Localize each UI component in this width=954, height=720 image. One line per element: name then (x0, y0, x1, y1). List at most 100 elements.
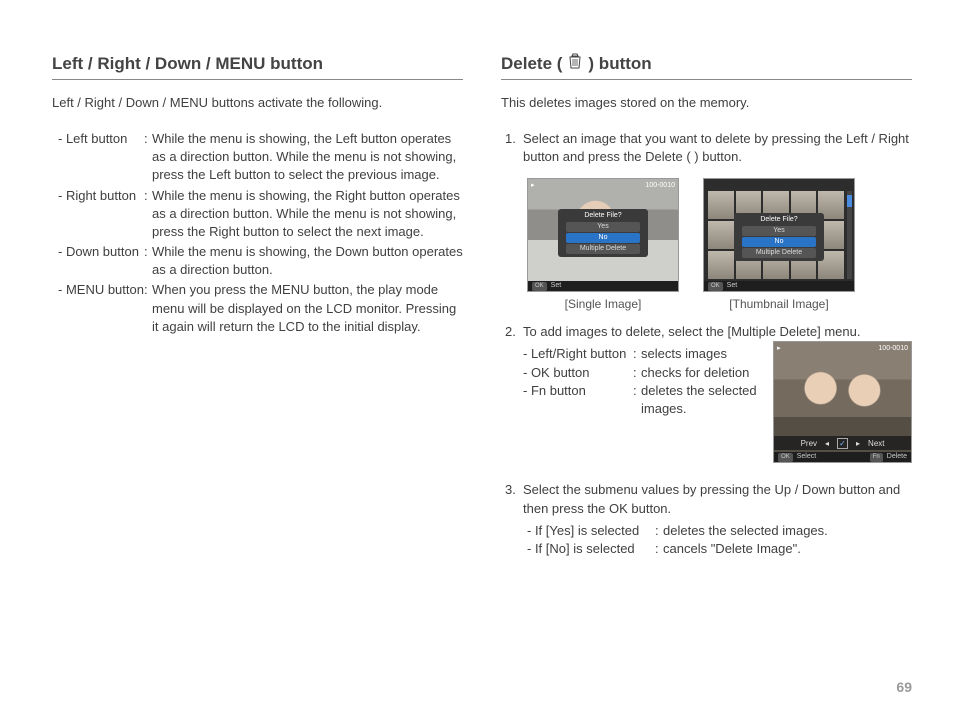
step-body: Select the submenu values by pressing th… (523, 481, 912, 558)
lcd-counter: 100-0010 (878, 344, 908, 354)
def-colon: : (655, 522, 663, 540)
sub-term: - If [No] is selected (527, 540, 655, 558)
sub-body: checks for deletion (641, 364, 759, 382)
sub-body: selects images (641, 345, 759, 363)
left-column: Left / Right / Down / MENU button Left /… (52, 52, 463, 690)
thumb-image-block: Delete File? Yes No Multiple Delete OK S… (703, 178, 855, 313)
ok-badge: OK (532, 282, 547, 290)
step-1: 1. Select an image that you want to dele… (505, 130, 912, 166)
sub-no: - If [No] is selected : cancels "Delete … (527, 540, 912, 558)
ok-badge: OK (708, 282, 723, 290)
def-term: - Right button (58, 187, 144, 242)
def-colon: : (144, 243, 152, 279)
delete-label: Delete (887, 452, 907, 462)
chevron-left-icon: ◂ (825, 438, 829, 449)
prev-label: Prev (801, 438, 817, 449)
sub-body: deletes the selected images. (663, 522, 912, 540)
thumb-cell (708, 221, 734, 249)
def-down-button: - Down button : While the menu is showin… (58, 243, 463, 279)
scrollbar-knob (847, 195, 852, 207)
step2-lead: To add images to delete, select the [Mul… (523, 323, 912, 341)
def-body: While the menu is showing, the Right but… (152, 187, 463, 242)
select-label: Select (797, 452, 816, 462)
def-term: - Down button (58, 243, 144, 279)
lcd-botbar: OK Set (704, 281, 854, 291)
sub-term: - OK button (523, 364, 633, 382)
chevron-right-icon: ▸ (856, 438, 860, 449)
sub-term: - Left/Right button (523, 345, 633, 363)
trash-icon (568, 52, 582, 76)
play-icon: ▸ (777, 344, 781, 354)
def-body: When you press the MENU button, the play… (152, 281, 463, 336)
sub-ok: - OK button : checks for deletion (523, 364, 759, 382)
fn-badge: Fn (870, 453, 883, 461)
def-colon: : (144, 187, 152, 242)
sub-body: deletes the selected images. (641, 382, 759, 418)
step-body: Select an image that you want to delete … (523, 130, 912, 166)
def-left-button: - Left button : While the menu is showin… (58, 130, 463, 185)
left-title: Left / Right / Down / MENU button (52, 52, 463, 80)
checkbox-icon: ✓ (837, 438, 848, 449)
lcd-topbar: ▸ 100-0010 (531, 181, 675, 191)
def-term: - Left button (58, 130, 144, 185)
lcd-navrow: Prev ◂ ✓ ▸ Next (774, 436, 911, 450)
lcd-dialog: Delete File? Yes No Multiple Delete (734, 213, 824, 260)
page-number: 69 (896, 678, 912, 698)
lcd-scrollbar (847, 191, 852, 279)
lcd-multi: ▸ 100-0010 Prev ◂ ✓ ▸ Next OK Select (773, 341, 912, 463)
lcd-botbar: OK Select Fn Delete (774, 452, 911, 462)
next-label: Next (868, 438, 884, 449)
thumb-cell (708, 191, 734, 219)
dialog-multi: Multiple Delete (566, 244, 640, 254)
sub-body: cancels "Delete Image". (663, 540, 912, 558)
sub-term: - Fn button (523, 382, 633, 418)
dialog-title: Delete File? (558, 211, 648, 221)
manual-page: Left / Right / Down / MENU button Left /… (0, 0, 954, 720)
right-title-pre: Delete ( (501, 52, 562, 76)
right-intro: This deletes images stored on the memory… (501, 94, 912, 112)
def-right-button: - Right button : While the menu is showi… (58, 187, 463, 242)
single-image-block: ▸ 100-0010 Delete File? Yes No Multiple … (527, 178, 679, 313)
play-icon: ▸ (531, 181, 535, 191)
lcd-topbar: ▸ 100-0010 (777, 344, 908, 354)
dialog-no: No (566, 233, 640, 243)
def-colon: : (633, 345, 641, 363)
dialog-yes: Yes (742, 226, 816, 236)
step-2: 2. To add images to delete, select the [… (505, 323, 912, 463)
lcd-single: ▸ 100-0010 Delete File? Yes No Multiple … (527, 178, 679, 292)
def-term: - MENU button (58, 281, 144, 336)
step-num: 1. (505, 130, 523, 166)
caption-thumb: [Thumbnail Image] (703, 296, 855, 313)
lcd-thumb: Delete File? Yes No Multiple Delete OK S… (703, 178, 855, 292)
step2-subs: - Left/Right button : selects images - O… (523, 345, 759, 418)
step-num: 3. (505, 481, 523, 558)
left-title-text: Left / Right / Down / MENU button (52, 52, 323, 76)
ok-badge: OK (778, 453, 793, 461)
step3-lead: Select the submenu values by pressing th… (523, 481, 912, 517)
right-title-post: ) button (588, 52, 651, 76)
lcd-botbar: OK Set (528, 281, 678, 291)
step1-screens: ▸ 100-0010 Delete File? Yes No Multiple … (527, 178, 912, 313)
def-colon: : (633, 364, 641, 382)
dialog-yes: Yes (566, 222, 640, 232)
thumb-cell (708, 251, 734, 279)
def-menu-button: - MENU button : When you press the MENU … (58, 281, 463, 336)
def-colon: : (655, 540, 663, 558)
dialog-no: No (742, 237, 816, 247)
set-label: Set (727, 281, 738, 291)
sub-term: - If [Yes] is selected (527, 522, 655, 540)
dialog-title: Delete File? (734, 215, 824, 225)
sub-lr: - Left/Right button : selects images (523, 345, 759, 363)
left-intro: Left / Right / Down / MENU buttons activ… (52, 94, 463, 112)
right-column: Delete ( ) button This deletes images st… (501, 52, 912, 690)
def-colon: : (633, 382, 641, 418)
step2-wrap: - Left/Right button : selects images - O… (523, 341, 912, 463)
step-num: 2. (505, 323, 523, 463)
sub-yes: - If [Yes] is selected : deletes the sel… (527, 522, 912, 540)
step3-subs: - If [Yes] is selected : deletes the sel… (527, 522, 912, 558)
def-colon: : (144, 130, 152, 185)
step-body: To add images to delete, select the [Mul… (523, 323, 912, 463)
caption-single: [Single Image] (527, 296, 679, 313)
dialog-multi: Multiple Delete (742, 248, 816, 258)
def-body: While the menu is showing, the Down butt… (152, 243, 463, 279)
